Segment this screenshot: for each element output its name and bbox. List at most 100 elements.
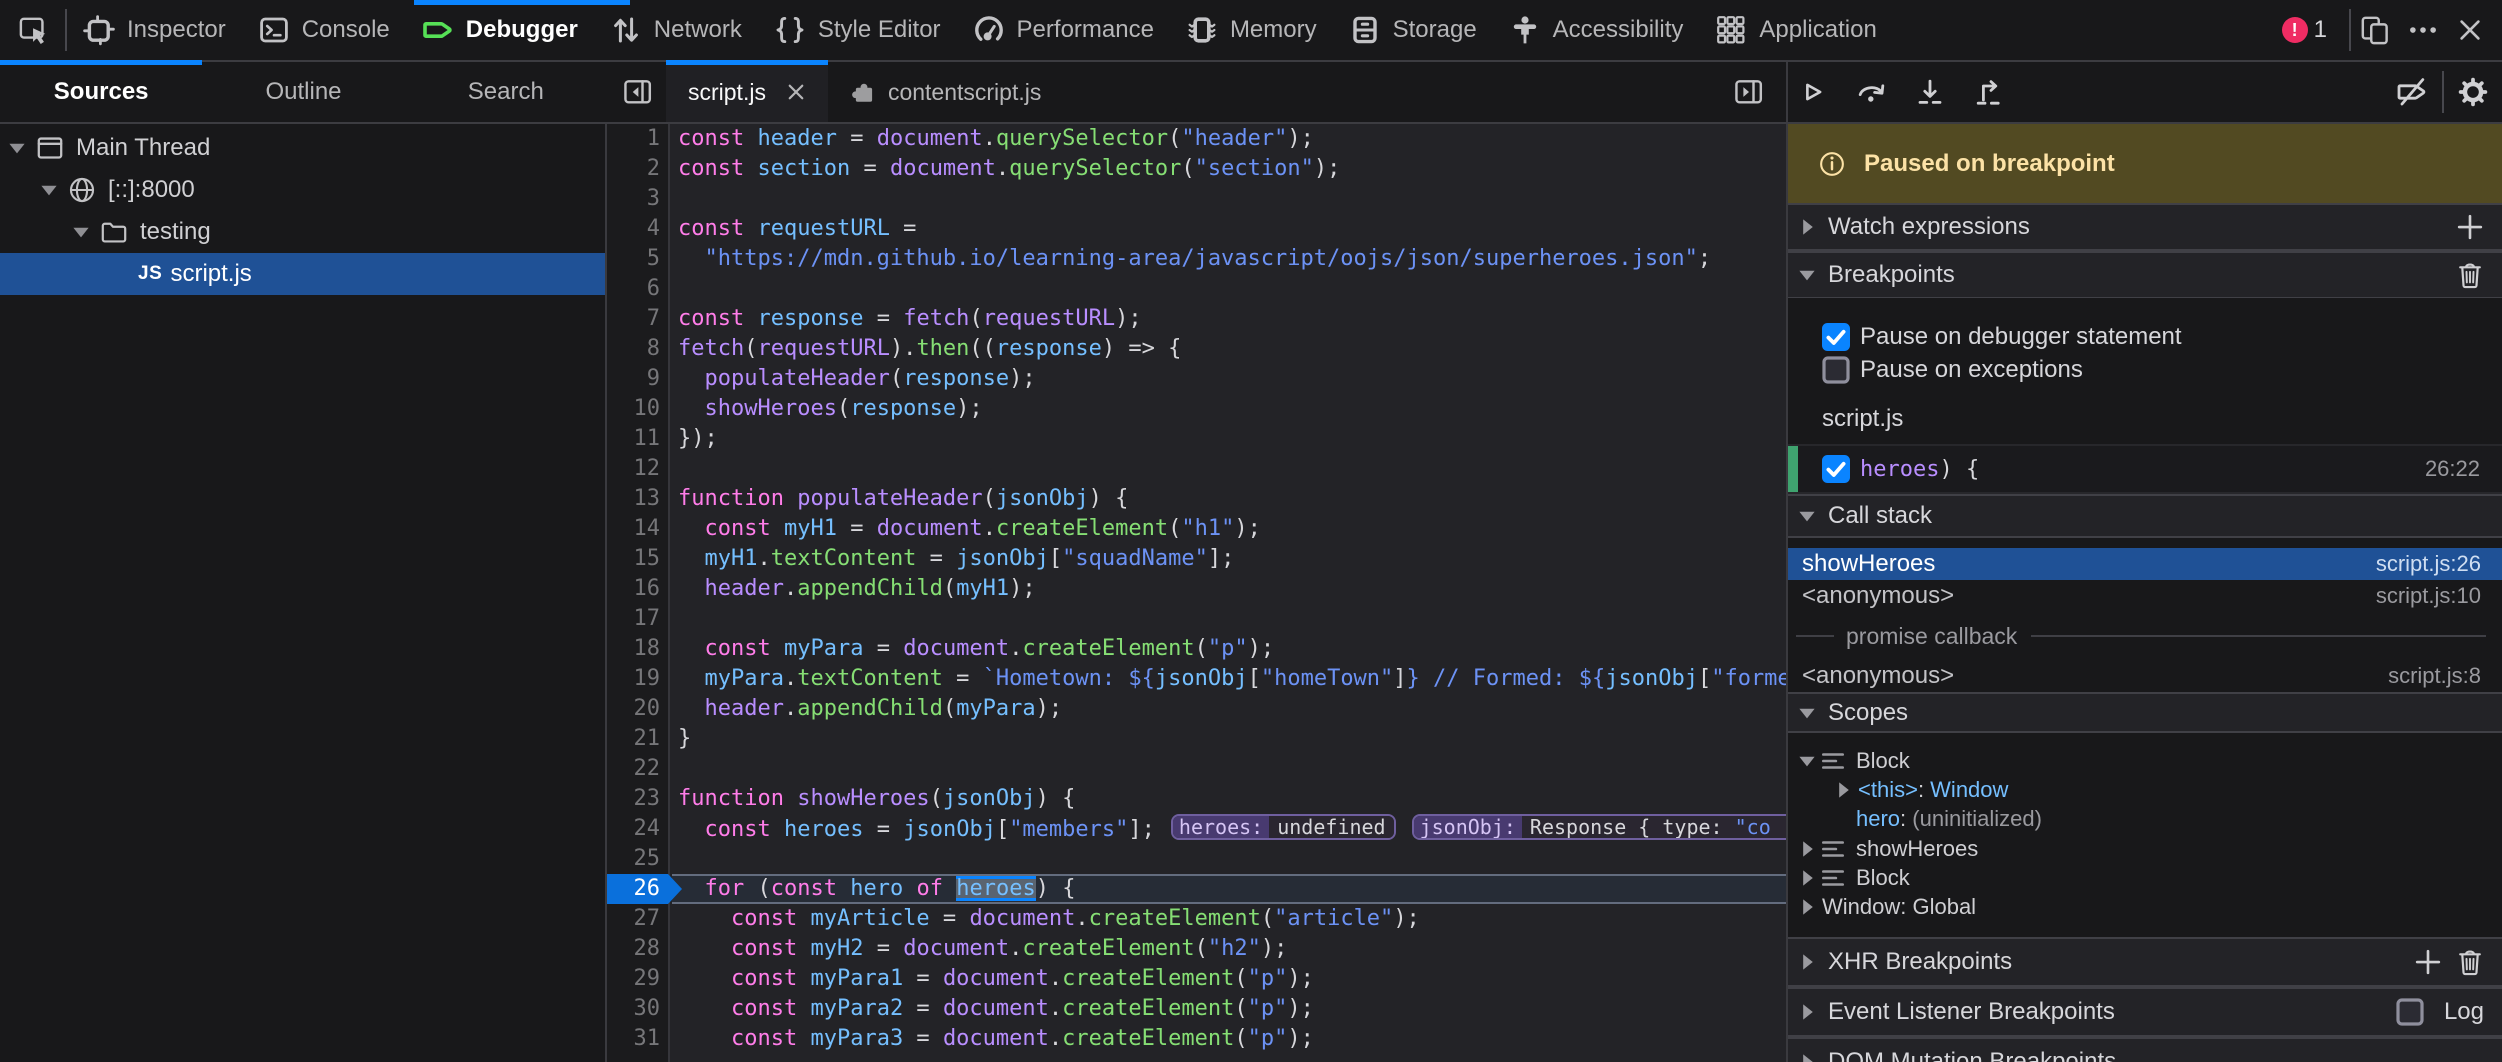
code-line-6[interactable]	[672, 274, 1786, 304]
gutter-line-11[interactable]: 11	[607, 424, 668, 454]
breakpoint-option-unchecked[interactable]: Pause on exceptions	[1788, 354, 2502, 386]
code-line-12[interactable]	[672, 454, 1786, 484]
twisty-icon[interactable]	[1798, 1003, 1816, 1021]
code-line-13[interactable]: function populateHeader(jsonObj) {	[672, 484, 1786, 514]
add-xhr-breakpoint-icon[interactable]	[2414, 948, 2442, 976]
gutter-line-4[interactable]: 4	[607, 214, 668, 244]
editor-tab-script-js[interactable]: script.js	[666, 62, 828, 122]
step-in-button[interactable]	[1914, 76, 1946, 108]
toolbar-tab-application[interactable]: Application	[1699, 0, 1892, 60]
code-line-16[interactable]: header.appendChild(myH1);	[672, 574, 1786, 604]
code-line-31[interactable]: const myPara3 = document.createElement("…	[672, 1024, 1786, 1054]
gutter-line-26-paused-flag[interactable]: 26	[607, 874, 668, 904]
breakpoint-item[interactable]: heroes) {26:22	[1788, 444, 2502, 494]
blackbox-source-icon[interactable]	[2396, 76, 2428, 108]
code-line-28[interactable]: const myH2 = document.createElement("h2"…	[672, 934, 1786, 964]
gutter-line-13[interactable]: 13	[607, 484, 668, 514]
toolbar-tab-console[interactable]: Console	[242, 0, 406, 60]
twisty-icon[interactable]	[1798, 507, 1816, 525]
tree-item-script-js[interactable]: JSscript.js	[0, 253, 605, 295]
code-line-26[interactable]: for (const hero of heroes) {	[672, 874, 1786, 904]
gutter-line-7[interactable]: 7	[607, 304, 668, 334]
scope-row-0[interactable]: Block	[1788, 746, 2502, 775]
pick-element-icon[interactable]	[19, 16, 47, 44]
checkbox-checked-icon[interactable]	[1822, 323, 1850, 351]
toolbar-tab-styleeditor[interactable]: Style Editor	[758, 0, 957, 60]
gutter-line-25[interactable]: 25	[607, 844, 668, 874]
editor-gutter[interactable]: 1234567891011121314151617181920212223242…	[607, 124, 670, 1062]
tree-item--8000[interactable]: [::]:8000	[0, 169, 605, 211]
twisty-icon[interactable]	[8, 139, 26, 157]
checkbox-unchecked-icon[interactable]	[2396, 998, 2424, 1026]
scope-row-4[interactable]: Block	[1788, 863, 2502, 892]
gutter-line-8[interactable]: 8	[607, 334, 668, 364]
gutter-line-19[interactable]: 19	[607, 664, 668, 694]
inline-variable-preview[interactable]: heroes:undefined	[1171, 814, 1396, 840]
code-line-29[interactable]: const myPara1 = document.createElement("…	[672, 964, 1786, 994]
step-out-button[interactable]	[1973, 76, 2005, 108]
code-line-20[interactable]: header.appendChild(myPara);	[672, 694, 1786, 724]
gutter-line-14[interactable]: 14	[607, 514, 668, 544]
gutter-line-22[interactable]: 22	[607, 754, 668, 784]
scope-row-5[interactable]: Window: Global	[1788, 892, 2502, 921]
panel-tab-search[interactable]: Search	[405, 62, 607, 122]
code-editor[interactable]: 1234567891011121314151617181920212223242…	[607, 124, 1786, 1062]
gutter-line-5[interactable]: 5	[607, 244, 668, 274]
gutter-line-27[interactable]: 27	[607, 904, 668, 934]
code-line-25[interactable]	[672, 844, 1786, 874]
gutter-line-2[interactable]: 2	[607, 154, 668, 184]
code-line-27[interactable]: const myArticle = document.createElement…	[672, 904, 1786, 934]
toolbar-tab-inspector[interactable]: Inspector	[67, 0, 242, 60]
code-line-21[interactable]: }	[672, 724, 1786, 754]
code-line-1[interactable]: const header = document.querySelector("h…	[672, 124, 1786, 154]
gutter-line-16[interactable]: 16	[607, 574, 668, 604]
error-badge-icon[interactable]: !	[2282, 17, 2308, 43]
code-line-9[interactable]: populateHeader(response);	[672, 364, 1786, 394]
twisty-icon[interactable]	[1798, 953, 1816, 971]
breakpoint-option-checked[interactable]: Pause on debugger statement	[1788, 321, 2502, 353]
toolbar-tab-storage[interactable]: Storage	[1333, 0, 1493, 60]
code-line-14[interactable]: const myH1 = document.createElement("h1"…	[672, 514, 1786, 544]
responsive-design-mode-icon[interactable]	[2360, 15, 2390, 45]
xhr-breakpoints-header[interactable]: XHR Breakpoints	[1788, 937, 2502, 987]
toolbar-tab-netmonitor[interactable]: Network	[594, 0, 758, 60]
add-watch-expression-icon[interactable]	[2456, 213, 2484, 241]
code-line-3[interactable]	[672, 184, 1786, 214]
inline-variable-preview[interactable]: jsonObj:Response { type: "co	[1412, 814, 1786, 840]
scopes-header[interactable]: Scopes	[1788, 692, 2502, 733]
panel-tab-sources[interactable]: Sources	[0, 62, 202, 122]
scope-row-2[interactable]: hero: (uninitialized)	[1788, 805, 2502, 834]
toolbar-tab-memory[interactable]: Memory	[1170, 0, 1333, 60]
scope-row-1[interactable]: <this>: Window	[1788, 776, 2502, 805]
checkbox-unchecked-icon[interactable]	[1822, 356, 1850, 384]
gutter-line-30[interactable]: 30	[607, 994, 668, 1024]
toolbar-tab-performance[interactable]: Performance	[957, 0, 1170, 60]
code-line-17[interactable]	[672, 604, 1786, 634]
dom-mutation-breakpoints-header[interactable]: DOM Mutation Breakpoints	[1788, 1037, 2502, 1062]
twisty-icon[interactable]	[1798, 704, 1816, 722]
meatball-menu-icon[interactable]	[2408, 15, 2438, 45]
gutter-line-18[interactable]: 18	[607, 634, 668, 664]
checkbox-checked-icon[interactable]	[1822, 455, 1850, 483]
collapse-debugger-panel-icon[interactable]	[1734, 77, 1764, 107]
code-line-24[interactable]: const heroes = jsonObj["members"];heroes…	[672, 814, 1786, 844]
code-line-10[interactable]: showHeroes(response);	[672, 394, 1786, 424]
gutter-line-24[interactable]: 24	[607, 814, 668, 844]
gutter-line-23[interactable]: 23	[607, 784, 668, 814]
settings-gear-icon[interactable]	[2458, 77, 2488, 107]
gutter-line-29[interactable]: 29	[607, 964, 668, 994]
twisty-icon[interactable]	[1798, 266, 1816, 284]
watch-expressions-header[interactable]: Watch expressions	[1788, 203, 2502, 251]
gutter-line-6[interactable]: 6	[607, 274, 668, 304]
call-stack-frame-1[interactable]: <anonymous>script.js:10	[1788, 580, 2502, 612]
toolbar-tab-debugger[interactable]: />Debugger	[406, 0, 594, 60]
call-stack-header[interactable]: Call stack	[1788, 494, 2502, 538]
twisty-icon[interactable]	[1798, 898, 1816, 916]
remove-all-xhr-breakpoints-icon[interactable]	[2456, 948, 2484, 976]
code-line-5[interactable]: "https://mdn.github.io/learning-area/jav…	[672, 244, 1786, 274]
code-line-7[interactable]: const response = fetch(requestURL);	[672, 304, 1786, 334]
gutter-line-15[interactable]: 15	[607, 544, 668, 574]
gutter-line-9[interactable]: 9	[607, 364, 668, 394]
twisty-icon[interactable]	[40, 181, 58, 199]
tree-item-Main-Thread[interactable]: Main Thread	[0, 127, 605, 169]
